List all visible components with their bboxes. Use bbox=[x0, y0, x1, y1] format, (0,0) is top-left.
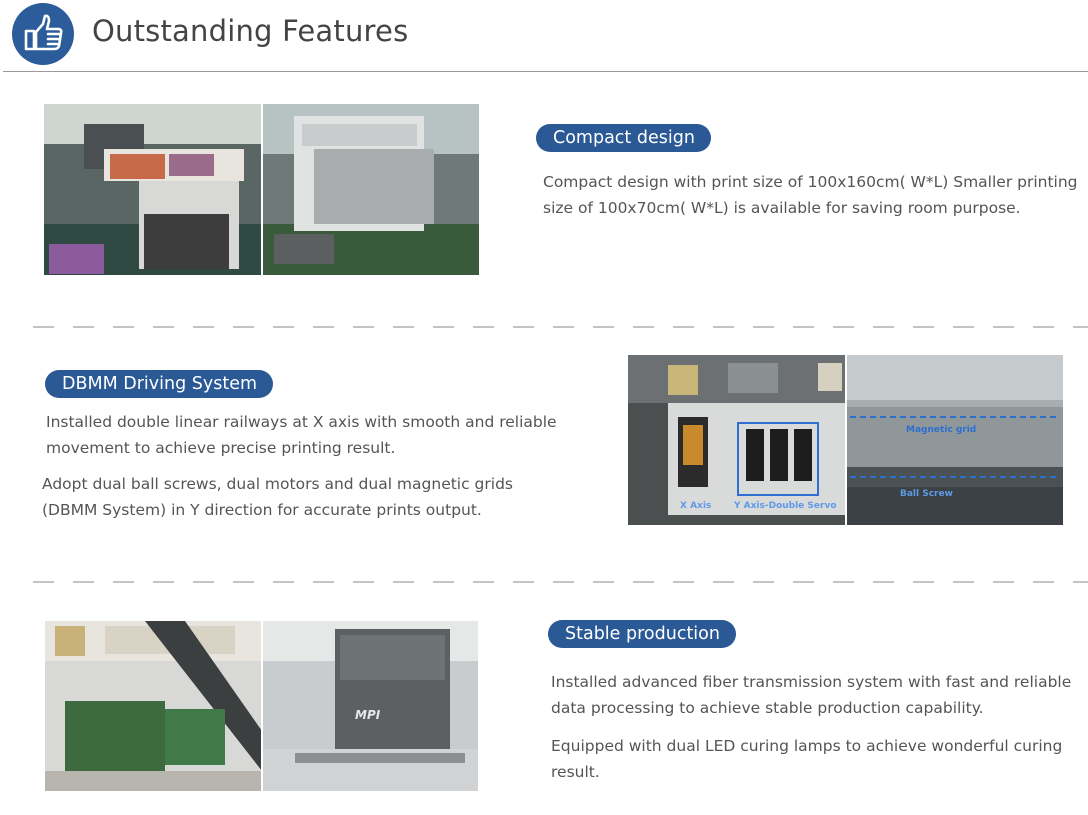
page-title: Outstanding Features bbox=[92, 14, 409, 48]
magnetic-grid-label: Magnetic grid bbox=[906, 425, 977, 435]
y-axis-double-servo-label: Y Axis-Double Servo bbox=[734, 501, 837, 511]
printer-logo-label: MPI bbox=[355, 708, 381, 722]
dbmm-description-railways: Installed double linear railways at X ax… bbox=[46, 413, 557, 457]
stable-production-description-fiber: Installed advanced fiber transmission sy… bbox=[551, 673, 1072, 717]
section-title-stable-production: Stable production bbox=[548, 620, 736, 651]
section-divider bbox=[33, 326, 1088, 328]
section-divider bbox=[33, 581, 1088, 583]
compact-printer-photo bbox=[44, 104, 479, 275]
thumbs-up-icon bbox=[12, 3, 74, 65]
dbmm-system-photo: X Axis Y Axis-Double Servo Magnetic grid… bbox=[628, 355, 1063, 525]
x-axis-label: X Axis bbox=[680, 501, 712, 511]
dbmm-description-ball-screws: Adopt dual ball screws, dual motors and … bbox=[42, 475, 513, 519]
stable-production-photo: MPI bbox=[45, 621, 478, 791]
stable-production-description-led: Equipped with dual LED curing lamps to a… bbox=[551, 737, 1063, 781]
ball-screw-label: Ball Screw bbox=[900, 489, 953, 499]
section-title-dbmm-driving-system: DBMM Driving System bbox=[45, 370, 274, 401]
header-divider bbox=[3, 71, 1088, 72]
section-title-compact-design: Compact design bbox=[536, 124, 711, 155]
compact-design-description: Compact design with print size of 100x16… bbox=[543, 173, 1078, 217]
